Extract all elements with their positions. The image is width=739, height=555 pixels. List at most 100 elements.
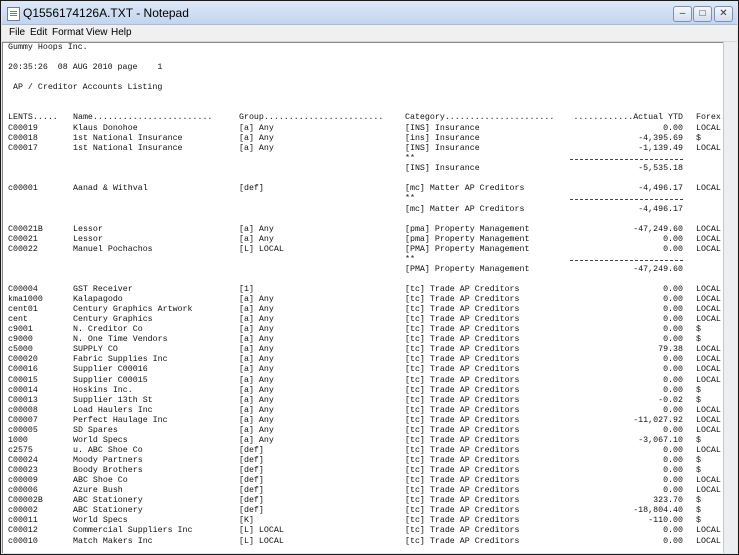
forex: LOCAL $ (696, 486, 721, 496)
account-category: [tc] Trade AP Creditors (405, 345, 520, 355)
account-group: [a] Any (239, 405, 274, 415)
account-group: [a] Any (239, 144, 274, 154)
account-code: kma1000 (8, 295, 43, 304)
account-category: [PMA] Property Management (405, 264, 530, 274)
vertical-scrollbar[interactable] (723, 42, 737, 553)
account-category: [tc] Trade AP Creditors (405, 466, 520, 475)
account-code: C00016 (8, 365, 38, 375)
account-category: [pma] Property Management (405, 224, 530, 234)
window-title: Q1556174126A.TXT - Notepad (23, 6, 189, 20)
account-code: cent (8, 315, 28, 325)
account-name: N. Creditor Co (73, 325, 143, 335)
account-category: [tc] Trade AP Creditors (405, 365, 520, 375)
account-name: Aanad & Withval (73, 184, 148, 194)
account-code: C00022 (8, 244, 38, 254)
text-area[interactable]: Gummy Hoops Inc. 20:35:26 08 AUG 2010 pa… (2, 42, 724, 553)
actual-ytd: 0.00 (663, 445, 683, 455)
forex: LOCAL $ (696, 445, 721, 455)
account-code: c00011 (8, 516, 38, 526)
account-group: [a] Any (239, 315, 274, 325)
menu-format[interactable]: Format (52, 27, 84, 38)
account-category: [tc] Trade AP Creditors (405, 415, 520, 425)
account-group: [def] (239, 506, 264, 516)
close-button[interactable]: ✕ (714, 6, 733, 22)
account-name: Load Haulers Inc (73, 405, 153, 415)
header-code: LENTS..... (8, 113, 58, 122)
account-category: [tc] Trade AP Creditors (405, 395, 520, 405)
actual-ytd: -47,249.60 (633, 224, 683, 234)
actual-ytd: -4,395.69 (638, 134, 683, 144)
forex: $ (696, 506, 701, 516)
notepad-icon (7, 7, 20, 21)
account-group: [a] Any (239, 435, 274, 445)
account-code: c00001 (8, 184, 38, 194)
account-group: [def] (239, 445, 264, 455)
account-name: SD Spares (73, 425, 118, 435)
minimize-button[interactable]: – (673, 6, 692, 22)
account-name: World Specs (73, 516, 128, 526)
account-name: Moody Partners (73, 456, 143, 465)
account-name: Manuel Pochachos (73, 244, 153, 254)
header-line: LENTS..... Name........................ … (3, 113, 724, 123)
account-code: C00002B (8, 496, 43, 506)
account-group: [a] Any (239, 305, 274, 315)
forex: $ (696, 435, 701, 445)
title-bar[interactable]: Q1556174126A.TXT - Notepad – □ ✕ (2, 2, 737, 25)
account-category: [tc] Trade AP Creditors (405, 506, 520, 516)
maximize-button[interactable]: □ (693, 6, 712, 22)
account-code: C00024 (8, 456, 38, 465)
account-category: [INS] Insurance (405, 124, 480, 133)
account-category: [tc] Trade AP Creditors (405, 385, 520, 395)
actual-ytd: 0.00 (663, 285, 683, 294)
account-category: [tc] Trade AP Creditors (405, 305, 520, 315)
actual-ytd: 0.00 (663, 456, 683, 465)
account-name: Century Graphics Artwork (73, 305, 193, 315)
account-category: [INS] Insurance (405, 164, 480, 174)
menu-file[interactable]: File (9, 27, 25, 38)
menu-view[interactable]: View (86, 27, 108, 38)
account-code: 1000 (8, 435, 28, 445)
account-category: [tc] Trade AP Creditors (405, 445, 520, 455)
actual-ytd: 0.00 (663, 476, 683, 486)
account-group: [1] (239, 285, 254, 294)
account-group: [L] LOCAL (239, 526, 284, 536)
forex: LOCAL $ (696, 355, 721, 365)
forex: LOCAL $ (696, 405, 721, 415)
actual-ytd: -4,496.17 (638, 204, 683, 214)
account-code: C00020 (8, 355, 38, 365)
account-group: [a] Any (239, 385, 274, 395)
account-group: [def] (239, 476, 264, 486)
forex: LOCAL $ (696, 536, 721, 546)
actual-ytd: -47,249.60 (633, 264, 683, 274)
account-group: [a] Any (239, 395, 274, 405)
account-code: c00006 (8, 486, 38, 496)
account-name: Hoskins Inc. (73, 385, 133, 395)
account-name: Supplier C00015 (73, 375, 148, 385)
actual-ytd: 0.00 (663, 295, 683, 304)
forex: LOCAL $ (696, 305, 721, 315)
account-name: Lessor (73, 224, 103, 234)
account-code: c00005 (8, 425, 38, 435)
menu-help[interactable]: Help (111, 27, 132, 38)
account-category: ** (405, 254, 415, 264)
account-code: c00008 (8, 405, 38, 415)
header-actual-ytd: ............Actual YTD (573, 113, 683, 122)
account-group: [def] (239, 184, 264, 194)
forex: LOCAL $ (696, 476, 721, 486)
account-group: [a] Any (239, 325, 274, 335)
account-name: Kalapagodo (73, 295, 123, 304)
actual-ytd: -3,067.10 (638, 435, 683, 445)
account-category: [tc] Trade AP Creditors (405, 496, 520, 506)
report-title: AP / Creditor Accounts Listing (8, 83, 163, 92)
forex: LOCAL $ (696, 234, 721, 244)
account-group: [def] (239, 456, 264, 465)
account-code: C00013 (8, 395, 38, 405)
actual-ytd: 0.00 (663, 315, 683, 325)
subtotal-dash-line (570, 159, 683, 161)
account-code: c5000 (8, 345, 33, 355)
forex: $ (696, 134, 701, 144)
actual-ytd: 0.00 (663, 385, 683, 395)
menu-bar: File Edit Format View Help (2, 25, 737, 42)
account-category: [pma] Property Management (405, 234, 530, 244)
menu-edit[interactable]: Edit (30, 27, 47, 38)
